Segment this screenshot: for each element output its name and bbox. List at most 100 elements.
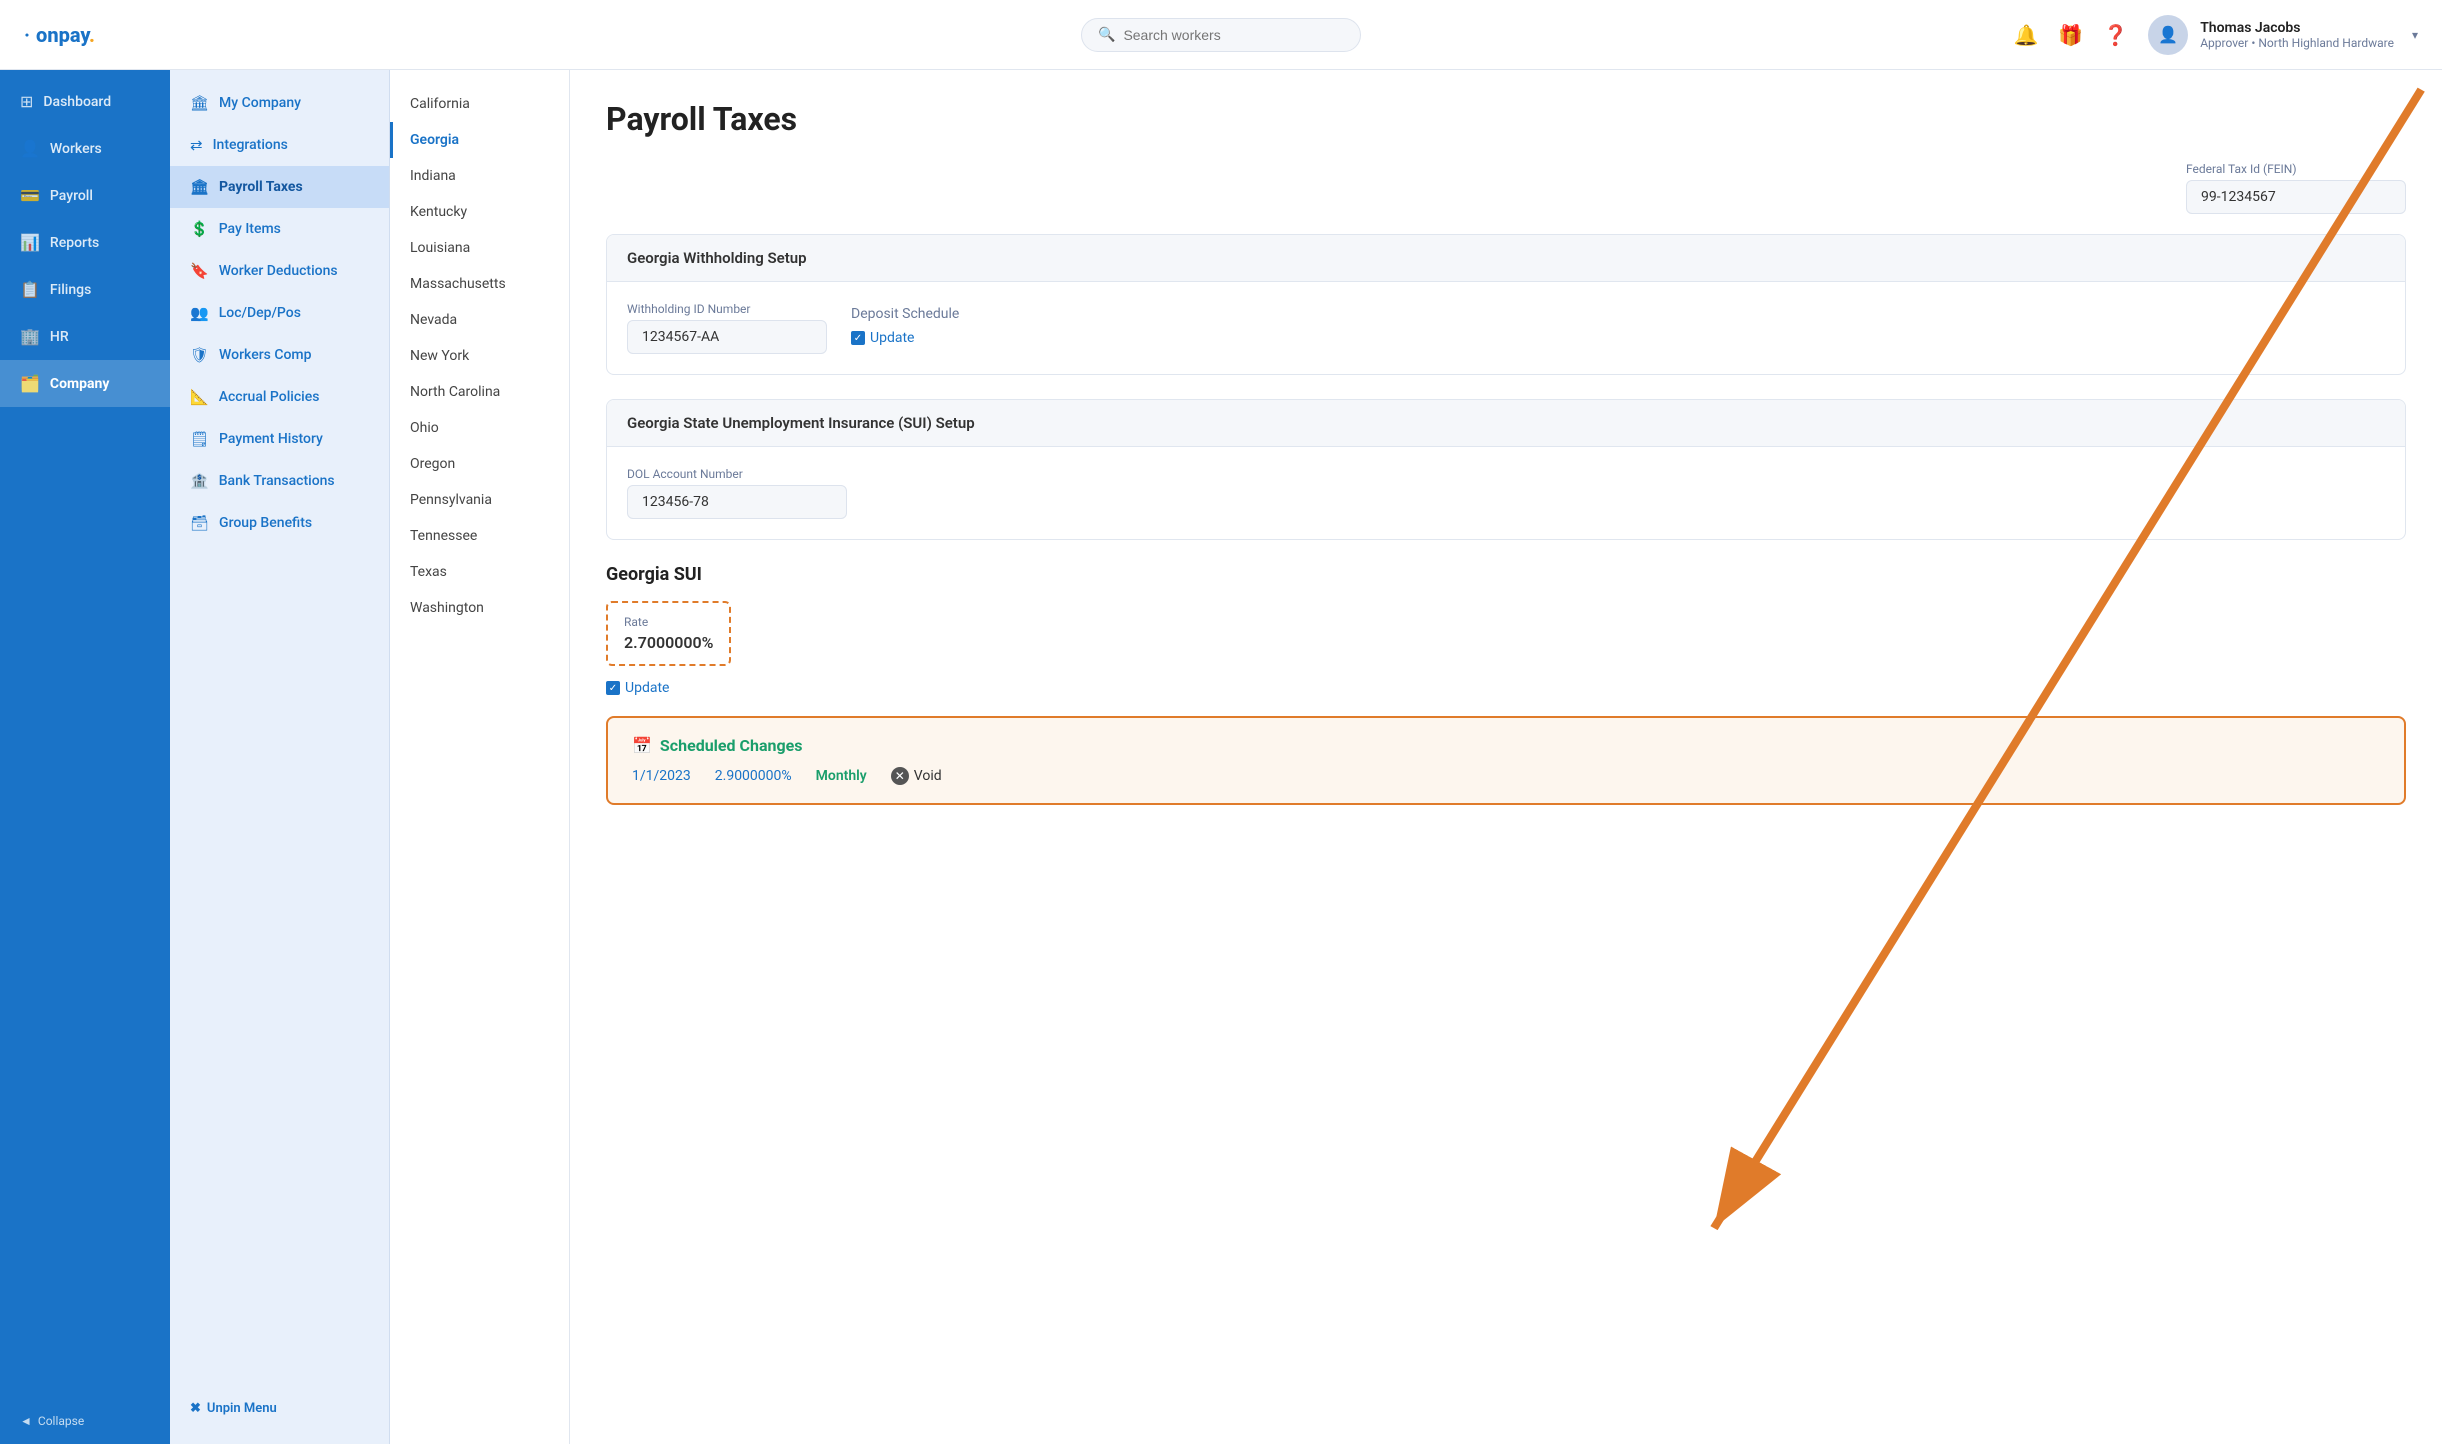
main-layout: ⊞ Dashboard 👤 Workers 💳 Payroll 📊 Report… bbox=[0, 70, 2442, 1444]
state-texas[interactable]: Texas bbox=[390, 554, 569, 590]
bank-transactions-icon: 🏦 bbox=[190, 472, 209, 490]
page-title: Payroll Taxes bbox=[606, 100, 2406, 138]
withholding-update-link[interactable]: ✓ Update bbox=[851, 330, 959, 346]
submenu-item-bank-transactions[interactable]: 🏦 Bank Transactions bbox=[170, 460, 389, 502]
top-navigation: · onpay. 🔍 🔔 🎁 ❓ 👤 Thomas Jacobs Approve… bbox=[0, 0, 2442, 70]
sidebar-label-company: Company bbox=[50, 376, 109, 392]
submenu-label-loc-dep-pos: Loc/Dep/Pos bbox=[219, 305, 301, 321]
scheduled-changes-title: 📅 Scheduled Changes bbox=[632, 736, 2380, 755]
submenu-item-my-company[interactable]: 🏛 My Company bbox=[170, 82, 389, 124]
state-georgia[interactable]: Georgia bbox=[390, 122, 569, 158]
submenu-item-workers-comp[interactable]: 🛡 Workers Comp bbox=[170, 334, 389, 376]
pay-items-icon: 💲 bbox=[190, 220, 209, 238]
submenu-item-worker-deductions[interactable]: 🔖 Worker Deductions bbox=[170, 250, 389, 292]
gift-icon[interactable]: 🎁 bbox=[2058, 23, 2083, 47]
withholding-id-group: Withholding ID Number 1234567-AA bbox=[627, 302, 827, 354]
submenu-item-payroll-taxes[interactable]: 🏛 Payroll Taxes bbox=[170, 166, 389, 208]
search-box[interactable]: 🔍 bbox=[1081, 18, 1361, 52]
georgia-sui-title: Georgia SUI bbox=[606, 564, 2406, 585]
submenu-item-integrations[interactable]: ⇄ Integrations bbox=[170, 124, 389, 166]
submenu-label-bank-transactions: Bank Transactions bbox=[219, 473, 335, 489]
submenu-item-pay-items[interactable]: 💲 Pay Items bbox=[170, 208, 389, 250]
state-nevada[interactable]: Nevada bbox=[390, 302, 569, 338]
rate-box-wrapper: Rate 2.7000000% bbox=[606, 601, 731, 666]
sidebar-item-filings[interactable]: 📋 Filings bbox=[0, 266, 170, 313]
logo[interactable]: · onpay. bbox=[24, 23, 95, 47]
search-icon: 🔍 bbox=[1098, 27, 1115, 43]
submenu-label-worker-deductions: Worker Deductions bbox=[219, 263, 338, 279]
state-new-york[interactable]: New York bbox=[390, 338, 569, 374]
deposit-schedule-group: Deposit Schedule ✓ Update bbox=[851, 302, 959, 346]
unpin-icon: ✖ bbox=[190, 1401, 201, 1416]
scheduled-frequency: Monthly bbox=[816, 768, 867, 784]
nav-icons: 🔔 🎁 ❓ bbox=[2013, 23, 2128, 47]
rate-update-row: ✓ Update bbox=[606, 676, 2406, 696]
submenu-item-accrual-policies[interactable]: 📐 Accrual Policies bbox=[170, 376, 389, 418]
submenu-item-loc-dep-pos[interactable]: 👥 Loc/Dep/Pos bbox=[170, 292, 389, 334]
sidebar-item-workers[interactable]: 👤 Workers bbox=[0, 125, 170, 172]
state-oregon[interactable]: Oregon bbox=[390, 446, 569, 482]
state-ohio[interactable]: Ohio bbox=[390, 410, 569, 446]
state-tennessee[interactable]: Tennessee bbox=[390, 518, 569, 554]
notification-icon[interactable]: 🔔 bbox=[2013, 23, 2038, 47]
sui-update-checkbox: ✓ bbox=[606, 681, 620, 695]
submenu-label-my-company: My Company bbox=[219, 95, 301, 111]
sui-update-link[interactable]: ✓ Update bbox=[606, 680, 669, 696]
accrual-policies-icon: 📐 bbox=[190, 388, 209, 406]
worker-deductions-icon: 🔖 bbox=[190, 262, 209, 280]
state-massachusetts[interactable]: Massachusetts bbox=[390, 266, 569, 302]
user-name: Thomas Jacobs bbox=[2200, 20, 2394, 36]
payroll-taxes-icon: 🏛 bbox=[190, 178, 209, 196]
main-content: Payroll Taxes Federal Tax Id (FEIN) 99-1… bbox=[570, 70, 2442, 1444]
sidebar-item-payroll[interactable]: 💳 Payroll bbox=[0, 172, 170, 219]
state-north-carolina[interactable]: North Carolina bbox=[390, 374, 569, 410]
state-list: California Georgia Indiana Kentucky Loui… bbox=[390, 70, 570, 1444]
scheduled-date: 1/1/2023 bbox=[632, 768, 691, 784]
company-icon: 🗂️ bbox=[20, 374, 40, 393]
loc-dep-pos-icon: 👥 bbox=[190, 304, 209, 322]
scheduled-rate: 2.9000000% bbox=[715, 768, 792, 784]
help-icon[interactable]: ❓ bbox=[2103, 23, 2128, 47]
state-pennsylvania[interactable]: Pennsylvania bbox=[390, 482, 569, 518]
sidebar-label-workers: Workers bbox=[50, 141, 102, 157]
submenu-item-group-benefits[interactable]: 🗃 Group Benefits bbox=[170, 502, 389, 544]
fein-box: Federal Tax Id (FEIN) 99-1234567 bbox=[2186, 162, 2406, 214]
state-louisiana[interactable]: Louisiana bbox=[390, 230, 569, 266]
state-indiana[interactable]: Indiana bbox=[390, 158, 569, 194]
withholding-form-row: Withholding ID Number 1234567-AA Deposit… bbox=[627, 302, 2385, 354]
sidebar-item-hr[interactable]: 🏢 HR bbox=[0, 313, 170, 360]
dol-account-label: DOL Account Number bbox=[627, 467, 2385, 481]
sidebar-label-hr: HR bbox=[50, 329, 69, 345]
sui-setup-body: DOL Account Number 123456-78 bbox=[607, 447, 2405, 539]
rate-label: Rate bbox=[624, 615, 713, 629]
void-button[interactable]: ✕ Void bbox=[891, 767, 942, 785]
sidebar-label-filings: Filings bbox=[50, 282, 91, 298]
rate-value: 2.7000000% bbox=[624, 633, 713, 652]
sidebar-collapse-button[interactable]: ◄ Collapse bbox=[0, 1398, 170, 1444]
submenu-label-pay-items: Pay Items bbox=[219, 221, 281, 237]
user-info: Thomas Jacobs Approver • North Highland … bbox=[2200, 20, 2394, 50]
withholding-setup-body: Withholding ID Number 1234567-AA Deposit… bbox=[607, 282, 2405, 374]
state-california[interactable]: California bbox=[390, 86, 569, 122]
state-kentucky[interactable]: Kentucky bbox=[390, 194, 569, 230]
state-washington[interactable]: Washington bbox=[390, 590, 569, 626]
user-section[interactable]: 👤 Thomas Jacobs Approver • North Highlan… bbox=[2148, 15, 2418, 55]
deposit-schedule-label: Deposit Schedule bbox=[851, 306, 959, 322]
sidebar-item-dashboard[interactable]: ⊞ Dashboard bbox=[0, 78, 170, 125]
search-input[interactable] bbox=[1123, 27, 1344, 43]
payroll-icon: 💳 bbox=[20, 186, 40, 205]
dol-account-group: DOL Account Number 123456-78 bbox=[627, 467, 2385, 519]
sui-setup-header: Georgia State Unemployment Insurance (SU… bbox=[607, 400, 2405, 447]
collapse-icon: ◄ bbox=[20, 1414, 32, 1428]
unpin-menu-button[interactable]: ✖ Unpin Menu bbox=[170, 1385, 389, 1432]
chevron-down-icon: ▾ bbox=[2412, 28, 2418, 42]
withholding-setup-card: Georgia Withholding Setup Withholding ID… bbox=[606, 234, 2406, 375]
submenu-item-payment-history[interactable]: 🗒 Payment History bbox=[170, 418, 389, 460]
sidebar-item-reports[interactable]: 📊 Reports bbox=[0, 219, 170, 266]
group-benefits-icon: 🗃 bbox=[190, 514, 209, 532]
integrations-icon: ⇄ bbox=[190, 136, 203, 154]
fein-row: Federal Tax Id (FEIN) 99-1234567 bbox=[606, 162, 2406, 214]
sidebar-label-payroll: Payroll bbox=[50, 188, 93, 204]
sidebar-item-company[interactable]: 🗂️ Company bbox=[0, 360, 170, 407]
dashboard-icon: ⊞ bbox=[20, 92, 33, 111]
